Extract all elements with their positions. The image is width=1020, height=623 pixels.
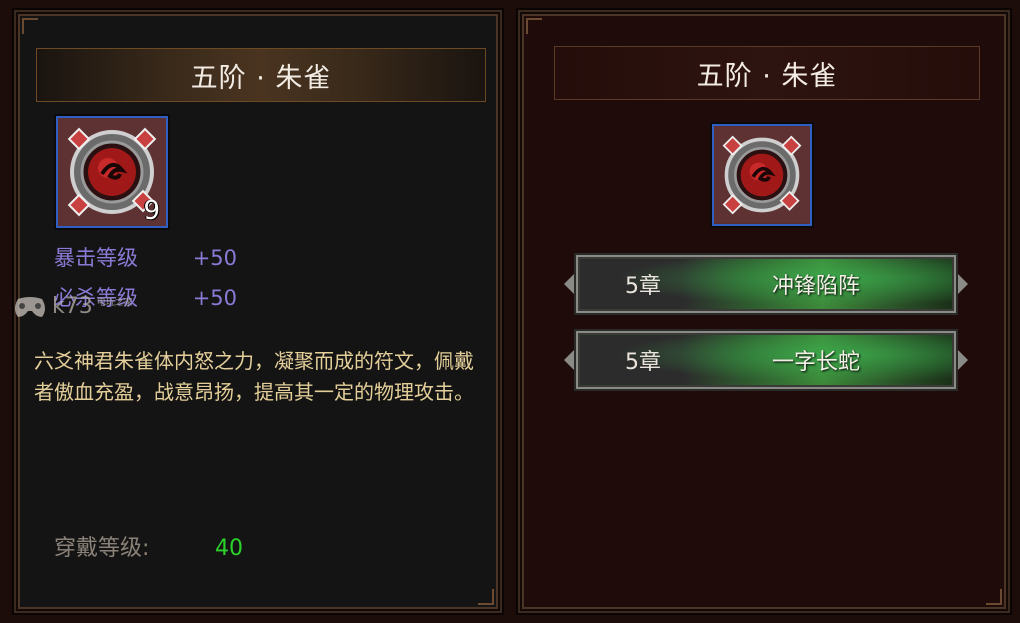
stage-chapter: 5章 (625, 350, 661, 375)
wear-level-value: 40 (215, 536, 243, 561)
source-panel: 五阶 · 朱雀 5章 冲锋陷阵 5章 一字长蛇 (518, 10, 1010, 613)
arrow-left-icon (564, 274, 574, 294)
stat-row-crit: 暴击等级 +50 (54, 242, 237, 272)
watermark: k73 电玩之家 (12, 294, 133, 319)
stage-button-1[interactable]: 5章 冲锋陷阵 (564, 255, 968, 313)
rune-preview (712, 124, 812, 226)
watermark-subtext: 电玩之家 (96, 298, 133, 308)
rune-slot[interactable]: 9 (56, 116, 168, 228)
item-count: 9 (143, 196, 160, 226)
stage-name: 冲锋陷阵 (771, 274, 860, 299)
arrow-right-icon (958, 274, 968, 294)
arrow-left-icon (564, 350, 574, 370)
stage-chapter: 5章 (625, 274, 661, 299)
rune-icon (714, 127, 810, 223)
watermark-text: k73 (52, 294, 93, 319)
stage-name: 一字长蛇 (771, 350, 860, 375)
stat-value: +50 (192, 286, 238, 310)
wear-level-row: 穿戴等级: 40 (54, 530, 243, 562)
item-description: 六爻神君朱雀体内怒之力，凝聚而成的符文，佩戴者傲血充盈，战意昂扬，提高其一定的物… (34, 349, 474, 404)
arrow-right-icon (958, 350, 968, 370)
wear-level-label: 穿戴等级: (54, 536, 150, 561)
stat-value: +50 (192, 246, 238, 270)
stage-button-2[interactable]: 5章 一字长蛇 (564, 331, 968, 389)
gamepad-icon (15, 296, 45, 317)
item-title: 五阶 · 朱雀 (36, 48, 486, 102)
source-title: 五阶 · 朱雀 (554, 46, 980, 100)
stat-name: 暴击等级 (54, 246, 138, 270)
